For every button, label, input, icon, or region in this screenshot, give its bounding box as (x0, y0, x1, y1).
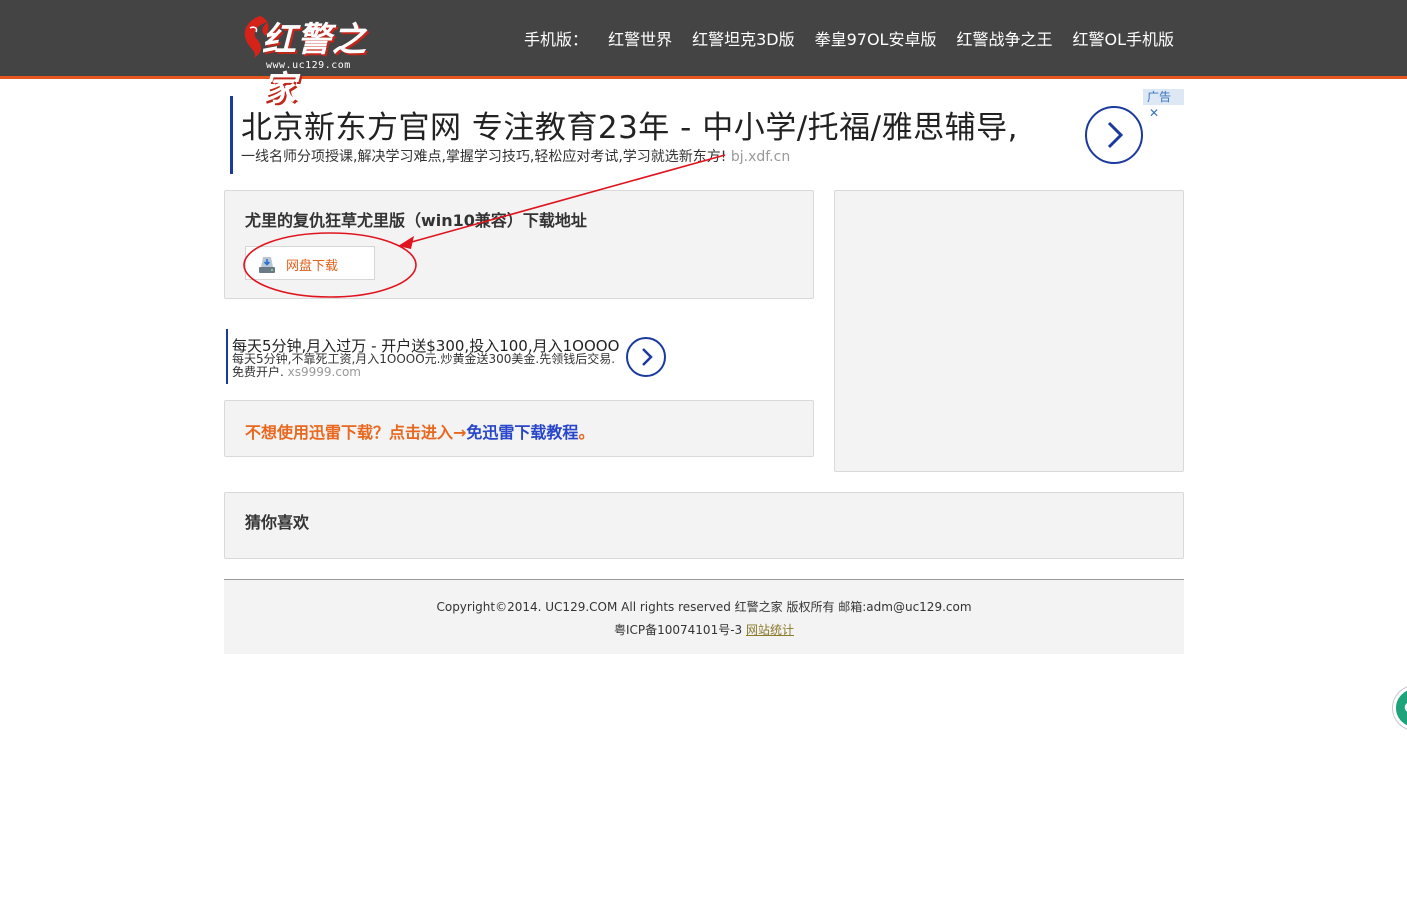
nav-item-tank-3d[interactable]: 红警坦克3D版 (692, 26, 795, 50)
thunder-tip-suffix: 。 (578, 423, 595, 442)
ad-arrow-button[interactable] (1085, 106, 1143, 164)
ad-mid-description[interactable]: 每天5分钟,不靠死工资,月入1OOOO元.炒黄金送300美金.先领钱后交易.免费… (232, 353, 624, 379)
site-logo[interactable]: 红警之家 www.uc129.com (240, 10, 400, 109)
ad-badge-label: 广告 (1147, 90, 1172, 104)
ad-domain: bj.xdf.cn (730, 149, 791, 165)
top-nav: 手机版： 红警世界 红警坦克3D版 拳皇97OL安卓版 红警战争之王 红警OL手… (504, 0, 1174, 76)
ad-desc-text: 一线名师分项授课,解决学习难点,掌握学习技巧,轻松应对考试,学习就选新东方! (241, 149, 727, 165)
nav-item-ol-mobile[interactable]: 红警OL手机版 (1072, 26, 1174, 50)
ad-mid-arrow-button[interactable] (626, 337, 666, 377)
ad-description[interactable]: 一线名师分项授课,解决学习难点,掌握学习技巧,轻松应对考试,学习就选新东方! b… (241, 146, 790, 166)
nav-item-hongjing-world[interactable]: 红警世界 (608, 26, 672, 50)
ad-banner-middle[interactable]: 每天5分钟,月入过万 - 开户送$300,投入100,月入1OOOO 每天5分钟… (226, 329, 670, 385)
footer-copyright: Copyright©2014. UC129.COM All rights res… (436, 600, 972, 614)
footer-icp: 粤ICP备10074101号-3 (613, 623, 743, 637)
site-footer: Copyright©2014. UC129.COM All rights res… (224, 579, 1184, 654)
cloud-drive-icon (259, 257, 275, 273)
site-stats-link[interactable]: 网站统计 (746, 623, 794, 637)
chevron-right-icon (642, 348, 653, 366)
recommend-panel: 猜你喜欢 (224, 492, 1184, 559)
nav-label-mobile: 手机版： (524, 30, 589, 49)
ad-title[interactable]: 北京新东方官网 专注教育23年 - 中小学/托福/雅思辅导, (241, 102, 1018, 147)
netdisk-download-button[interactable]: 网盘下载 (245, 246, 375, 280)
download-panel: 尤里的复仇狂草尤里版（win10兼容）下载地址 网盘下载 (224, 190, 814, 299)
nav-item-war-king[interactable]: 红警战争之王 (956, 26, 1052, 50)
ad-mid-domain: xs9999.com (287, 365, 361, 379)
footer-icp-line: 粤ICP备10074101号-3 网站统计 (224, 621, 1184, 638)
nav-item-kof97-ol[interactable]: 拳皇97OL安卓版 (815, 26, 937, 50)
thunder-tip-text: 不想使用迅雷下载？点击进入→免迅雷下载教程。 (245, 419, 594, 443)
site-header: 红警之家 www.uc129.com 手机版： 红警世界 红警坦克3D版 拳皇9… (0, 0, 1407, 109)
thunder-tip-panel: 不想使用迅雷下载？点击进入→免迅雷下载教程。 (224, 400, 814, 457)
recommend-title: 猜你喜欢 (245, 513, 310, 532)
download-title: 尤里的复仇狂草尤里版（win10兼容）下载地址 (245, 211, 587, 230)
floating-widget-button[interactable]: ● (1393, 686, 1407, 730)
chevron-right-icon (1107, 121, 1124, 149)
ad-mid-accent-bar (226, 329, 228, 384)
no-thunder-tutorial-link[interactable]: 免迅雷下载教程 (466, 423, 578, 442)
ad-close-icon[interactable]: ✕ (1149, 106, 1159, 120)
ad-banner-top[interactable]: 北京新东方官网 专注教育23年 - 中小学/托福/雅思辅导, 一线名师分项授课,… (230, 89, 1184, 176)
netdisk-download-label: 网盘下载 (286, 259, 339, 274)
sidebar-ad-slot (834, 190, 1184, 472)
thunder-tip-prefix: 不想使用迅雷下载？点击进入→ (245, 423, 467, 442)
ad-badge[interactable]: 广告 ✕ (1143, 89, 1184, 120)
logo-url: www.uc129.com (266, 60, 351, 71)
ad-accent-bar (230, 96, 233, 174)
